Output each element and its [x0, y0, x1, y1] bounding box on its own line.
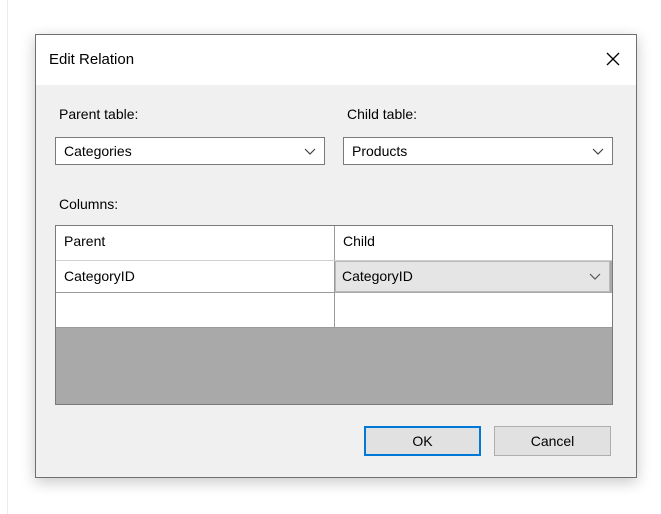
grid-cell-child-text: CategoryID — [342, 268, 413, 284]
grid-header-child-text: Child — [343, 233, 375, 249]
grid-bottom-separator — [56, 327, 612, 328]
grid-header-parent[interactable]: Parent — [56, 226, 334, 261]
dialog-title: Edit Relation — [49, 51, 135, 68]
grid-cell-parent-text: CategoryID — [64, 268, 135, 284]
grid-new-row-parent[interactable] — [56, 293, 334, 328]
ok-button[interactable]: OK — [364, 426, 481, 456]
grid-row-separator — [56, 292, 334, 293]
child-table-label: Child table: — [347, 106, 418, 122]
child-table-value: Products — [352, 143, 408, 159]
parent-table-combo[interactable]: Categories — [55, 137, 325, 165]
grid-column-separator — [334, 226, 335, 328]
grid-new-row-child[interactable] — [335, 293, 612, 328]
chevron-down-icon — [589, 273, 601, 280]
grid-header-separator — [56, 260, 612, 261]
child-table-combo[interactable]: Products — [343, 137, 613, 165]
chevron-down-icon — [304, 148, 316, 155]
columns-grid: Parent Child CategoryID CategoryID — [55, 225, 613, 405]
parent-table-value: Categories — [64, 143, 132, 159]
grid-header-parent-text: Parent — [64, 233, 106, 249]
close-button[interactable] — [590, 35, 636, 85]
grid-cell-child-combo[interactable]: CategoryID — [335, 261, 610, 292]
grid-header-child[interactable]: Child — [335, 226, 612, 261]
chevron-down-icon — [592, 148, 604, 155]
title-bar: Edit Relation — [36, 35, 636, 85]
close-icon — [606, 52, 620, 66]
background-edge — [7, 0, 8, 514]
columns-label: Columns: — [59, 196, 119, 212]
edit-relation-dialog: Edit Relation Parent table: Categories C… — [35, 34, 637, 478]
grid-cell-parent[interactable]: CategoryID — [56, 261, 334, 293]
parent-table-label: Parent table: — [59, 106, 139, 122]
cancel-button[interactable]: Cancel — [494, 426, 611, 456]
